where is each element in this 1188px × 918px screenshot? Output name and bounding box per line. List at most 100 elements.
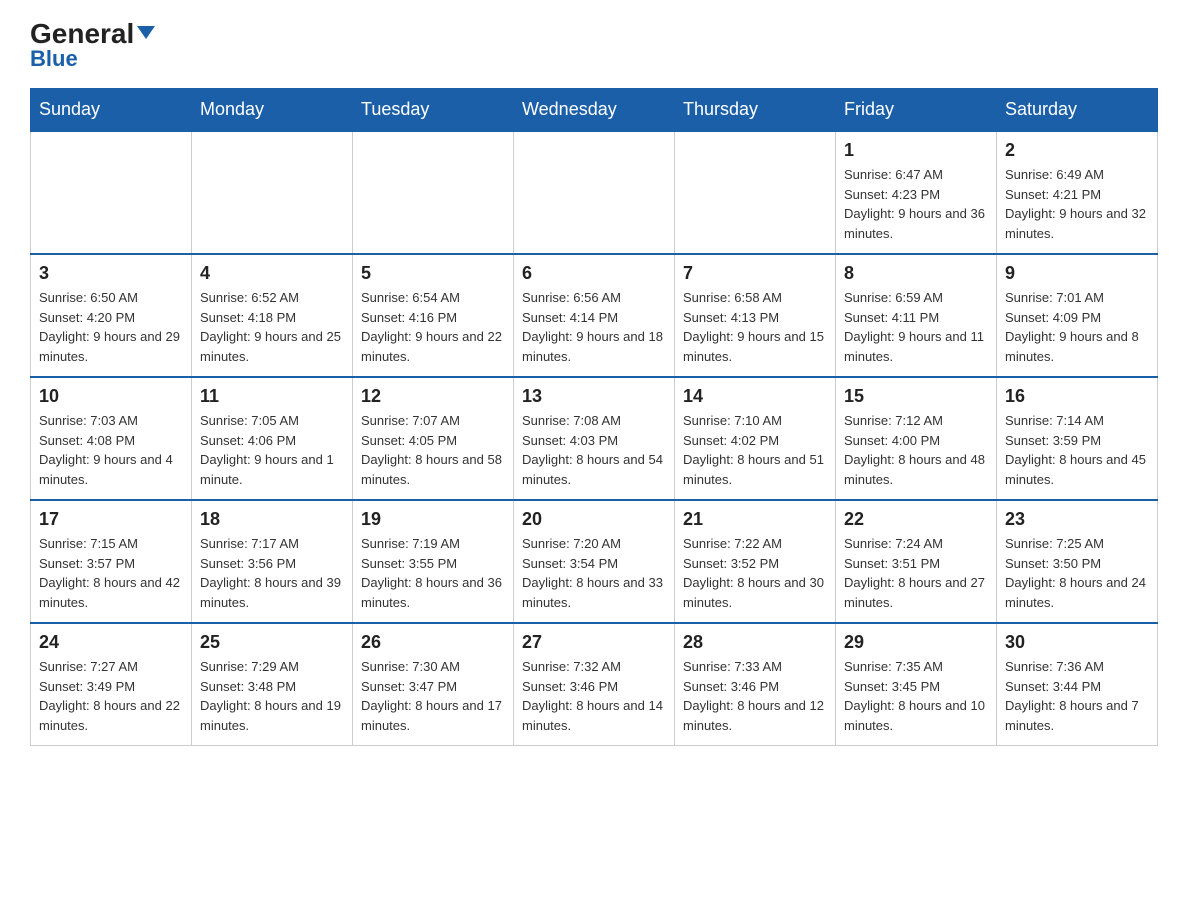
calendar-cell: 29Sunrise: 7:35 AMSunset: 3:45 PMDayligh… [836, 623, 997, 746]
day-info: Sunrise: 7:05 AMSunset: 4:06 PMDaylight:… [200, 411, 344, 489]
calendar-cell: 21 Sunrise: 7:22 AMSunset: 3:52 PMDayligh… [675, 500, 836, 623]
day-info: Sunrise: 7:33 AMSunset: 3:46 PMDaylight:… [683, 657, 827, 735]
calendar-cell: 15 Sunrise: 7:12 AMSunset: 4:00 PMDayligh… [836, 377, 997, 500]
day-info: Sunrise: 7:30 AMSunset: 3:47 PMDaylight:… [361, 657, 505, 735]
day-info: Sunrise: 7:36 AMSunset: 3:44 PMDaylight:… [1005, 657, 1149, 735]
calendar-cell: 18 Sunrise: 7:17 AMSunset: 3:56 PMDayligh… [192, 500, 353, 623]
day-number: 13 [522, 386, 666, 407]
day-info: Sunrise: 7:32 AMSunset: 3:46 PMDaylight:… [522, 657, 666, 735]
day-of-week-header: Thursday [675, 89, 836, 132]
calendar-cell: 9 Sunrise: 7:01 AMSunset: 4:09 PMDaylight… [997, 254, 1158, 377]
day-number: 25 [200, 632, 344, 653]
day-info: Sunrise: 6:56 AMSunset: 4:14 PMDaylight:… [522, 288, 666, 366]
calendar-cell: 13 Sunrise: 7:08 AMSunset: 4:03 PMDayligh… [514, 377, 675, 500]
day-number: 20 [522, 509, 666, 530]
day-number: 24 [39, 632, 183, 653]
day-of-week-header: Friday [836, 89, 997, 132]
calendar-cell: 11 Sunrise: 7:05 AMSunset: 4:06 PMDayligh… [192, 377, 353, 500]
calendar-header-row: SundayMondayTuesdayWednesdayThursdayFrid… [31, 89, 1158, 132]
day-number: 4 [200, 263, 344, 284]
day-info: Sunrise: 7:27 AMSunset: 3:49 PMDaylight:… [39, 657, 183, 735]
calendar-cell: 26 Sunrise: 7:30 AMSunset: 3:47 PMDayligh… [353, 623, 514, 746]
day-info: Sunrise: 7:03 AMSunset: 4:08 PMDaylight:… [39, 411, 183, 489]
day-info: Sunrise: 7:12 AMSunset: 4:00 PMDaylight:… [844, 411, 988, 489]
day-info: Sunrise: 7:24 AMSunset: 3:51 PMDaylight:… [844, 534, 988, 612]
calendar-table: SundayMondayTuesdayWednesdayThursdayFrid… [30, 88, 1158, 746]
calendar-cell: 3 Sunrise: 6:50 AMSunset: 4:20 PMDaylight… [31, 254, 192, 377]
day-number: 1 [844, 140, 988, 161]
day-info: Sunrise: 6:52 AMSunset: 4:18 PMDaylight:… [200, 288, 344, 366]
calendar-cell: 5 Sunrise: 6:54 AMSunset: 4:16 PMDaylight… [353, 254, 514, 377]
day-number: 26 [361, 632, 505, 653]
day-of-week-header: Wednesday [514, 89, 675, 132]
day-number: 14 [683, 386, 827, 407]
day-number: 15 [844, 386, 988, 407]
calendar-cell: 14 Sunrise: 7:10 AMSunset: 4:02 PMDayligh… [675, 377, 836, 500]
day-info: Sunrise: 6:59 AMSunset: 4:11 PMDaylight:… [844, 288, 988, 366]
day-number: 16 [1005, 386, 1149, 407]
day-number: 7 [683, 263, 827, 284]
week-row: 1 Sunrise: 6:47 AMSunset: 4:23 PMDaylight… [31, 131, 1158, 254]
calendar-cell [353, 131, 514, 254]
day-number: 28 [683, 632, 827, 653]
day-number: 10 [39, 386, 183, 407]
day-number: 5 [361, 263, 505, 284]
day-info: Sunrise: 7:25 AMSunset: 3:50 PMDaylight:… [1005, 534, 1149, 612]
calendar-cell: 12 Sunrise: 7:07 AMSunset: 4:05 PMDayligh… [353, 377, 514, 500]
day-info: Sunrise: 7:07 AMSunset: 4:05 PMDaylight:… [361, 411, 505, 489]
day-of-week-header: Tuesday [353, 89, 514, 132]
day-number: 9 [1005, 263, 1149, 284]
day-number: 18 [200, 509, 344, 530]
calendar-cell: 30 Sunrise: 7:36 AMSunset: 3:44 PMDayligh… [997, 623, 1158, 746]
week-row: 3 Sunrise: 6:50 AMSunset: 4:20 PMDaylight… [31, 254, 1158, 377]
calendar-cell: 6Sunrise: 6:56 AMSunset: 4:14 PMDaylight… [514, 254, 675, 377]
calendar-cell: 16 Sunrise: 7:14 AMSunset: 3:59 PMDayligh… [997, 377, 1158, 500]
day-number: 22 [844, 509, 988, 530]
day-info: Sunrise: 7:35 AMSunset: 3:45 PMDaylight:… [844, 657, 988, 735]
day-number: 27 [522, 632, 666, 653]
week-row: 24 Sunrise: 7:27 AMSunset: 3:49 PMDayligh… [31, 623, 1158, 746]
calendar-cell [31, 131, 192, 254]
day-info: Sunrise: 7:29 AMSunset: 3:48 PMDaylight:… [200, 657, 344, 735]
day-number: 30 [1005, 632, 1149, 653]
day-info: Sunrise: 6:54 AMSunset: 4:16 PMDaylight:… [361, 288, 505, 366]
day-info: Sunrise: 7:08 AMSunset: 4:03 PMDaylight:… [522, 411, 666, 489]
logo-blue: Blue [30, 46, 78, 72]
calendar-cell: 22 Sunrise: 7:24 AMSunset: 3:51 PMDayligh… [836, 500, 997, 623]
day-number: 3 [39, 263, 183, 284]
day-info: Sunrise: 7:01 AMSunset: 4:09 PMDaylight:… [1005, 288, 1149, 366]
day-info: Sunrise: 7:15 AMSunset: 3:57 PMDaylight:… [39, 534, 183, 612]
calendar-cell [192, 131, 353, 254]
day-info: Sunrise: 7:22 AMSunset: 3:52 PMDaylight:… [683, 534, 827, 612]
page-header: General Blue [30, 20, 1158, 72]
calendar-cell: 19Sunrise: 7:19 AMSunset: 3:55 PMDayligh… [353, 500, 514, 623]
logo: General Blue [30, 20, 155, 72]
calendar-cell: 24 Sunrise: 7:27 AMSunset: 3:49 PMDayligh… [31, 623, 192, 746]
day-info: Sunrise: 6:50 AMSunset: 4:20 PMDaylight:… [39, 288, 183, 366]
day-number: 12 [361, 386, 505, 407]
logo-general: General [30, 20, 155, 48]
calendar-cell: 27 Sunrise: 7:32 AMSunset: 3:46 PMDayligh… [514, 623, 675, 746]
day-number: 11 [200, 386, 344, 407]
day-info: Sunrise: 7:10 AMSunset: 4:02 PMDaylight:… [683, 411, 827, 489]
day-number: 17 [39, 509, 183, 530]
calendar-cell [675, 131, 836, 254]
calendar-cell [514, 131, 675, 254]
calendar-cell: 7Sunrise: 6:58 AMSunset: 4:13 PMDaylight… [675, 254, 836, 377]
day-info: Sunrise: 7:19 AMSunset: 3:55 PMDaylight:… [361, 534, 505, 612]
day-of-week-header: Monday [192, 89, 353, 132]
day-number: 23 [1005, 509, 1149, 530]
calendar-cell: 20Sunrise: 7:20 AMSunset: 3:54 PMDayligh… [514, 500, 675, 623]
day-number: 21 [683, 509, 827, 530]
calendar-cell: 4 Sunrise: 6:52 AMSunset: 4:18 PMDaylight… [192, 254, 353, 377]
week-row: 17 Sunrise: 7:15 AMSunset: 3:57 PMDayligh… [31, 500, 1158, 623]
day-of-week-header: Saturday [997, 89, 1158, 132]
day-of-week-header: Sunday [31, 89, 192, 132]
week-row: 10 Sunrise: 7:03 AMSunset: 4:08 PMDayligh… [31, 377, 1158, 500]
day-number: 8 [844, 263, 988, 284]
day-info: Sunrise: 7:17 AMSunset: 3:56 PMDaylight:… [200, 534, 344, 612]
day-info: Sunrise: 7:14 AMSunset: 3:59 PMDaylight:… [1005, 411, 1149, 489]
day-info: Sunrise: 6:47 AMSunset: 4:23 PMDaylight:… [844, 165, 988, 243]
calendar-cell: 1 Sunrise: 6:47 AMSunset: 4:23 PMDaylight… [836, 131, 997, 254]
day-info: Sunrise: 6:49 AMSunset: 4:21 PMDaylight:… [1005, 165, 1149, 243]
